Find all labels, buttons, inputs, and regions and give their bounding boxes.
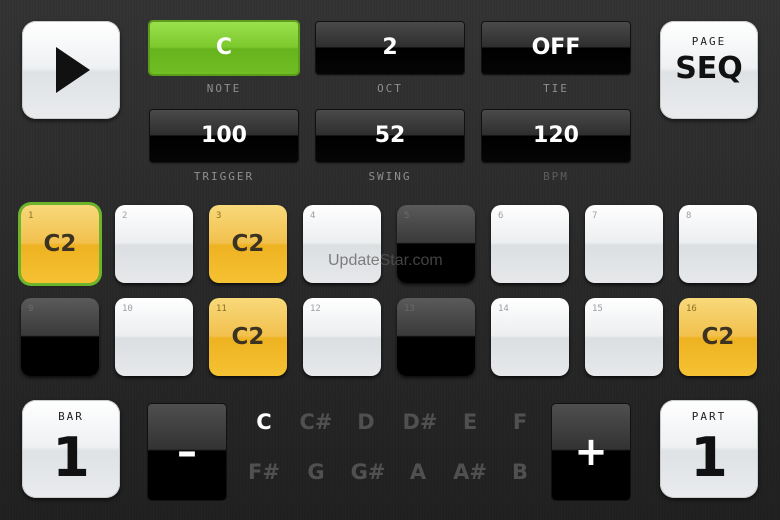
play-icon	[56, 47, 90, 93]
step-pad-12[interactable]: 12	[303, 298, 381, 376]
note-key-g-sharp[interactable]: G#	[344, 460, 392, 484]
step-number: 15	[592, 304, 603, 314]
part-value: 1	[690, 426, 728, 489]
step-number: 7	[592, 211, 598, 221]
step-number: 4	[310, 211, 316, 221]
trigger-label: TRIGGER	[193, 170, 255, 183]
plus-button[interactable]: +	[552, 404, 630, 500]
step-note: C2	[231, 324, 265, 350]
step-pad-1[interactable]: 1 C2	[21, 205, 99, 283]
note-key-g[interactable]: G	[292, 460, 340, 484]
step-number: 9	[28, 304, 34, 314]
bar-value: 1	[52, 426, 90, 489]
note-key-d[interactable]: D	[342, 410, 390, 434]
note-key-d-sharp[interactable]: D#	[396, 410, 444, 434]
step-pad-11[interactable]: 11 C2	[209, 298, 287, 376]
step-pad-15[interactable]: 15	[585, 298, 663, 376]
oct-label: OCT	[377, 82, 403, 95]
page-seq-button[interactable]: PAGE SEQ	[660, 21, 758, 119]
step-note: C2	[701, 324, 735, 350]
step-number: 5	[404, 211, 410, 221]
step-number: 2	[122, 211, 128, 221]
oct-display[interactable]: 2	[316, 22, 464, 74]
minus-button[interactable]: –	[148, 404, 226, 500]
note-key-a[interactable]: A	[394, 460, 442, 484]
swing-label: SWING	[368, 170, 412, 183]
step-note: C2	[231, 231, 265, 257]
note-key-c-sharp[interactable]: C#	[292, 410, 340, 434]
note-key-e[interactable]: E	[446, 410, 494, 434]
step-pad-3[interactable]: 3 C2	[209, 205, 287, 283]
trigger-display[interactable]: 100	[150, 110, 298, 162]
tie-display[interactable]: OFF	[482, 22, 630, 74]
step-pad-10[interactable]: 10	[115, 298, 193, 376]
step-pad-7[interactable]: 7	[585, 205, 663, 283]
play-button[interactable]	[22, 21, 120, 119]
note-label: NOTE	[206, 82, 242, 95]
step-number: 14	[498, 304, 509, 314]
watermark: UpdateStar.com	[328, 252, 443, 269]
note-key-f[interactable]: F	[496, 410, 544, 434]
step-number: 12	[310, 304, 321, 314]
step-number: 6	[498, 211, 504, 221]
step-pad-13[interactable]: 13	[397, 298, 475, 376]
page-label: PAGE	[691, 35, 727, 48]
step-note: C2	[43, 231, 77, 257]
step-pad-9[interactable]: 9	[21, 298, 99, 376]
seq-label: SEQ	[675, 51, 743, 86]
step-pad-5[interactable]: 5	[397, 205, 475, 283]
tie-label: TIE	[543, 82, 569, 95]
bar-label: BAR	[58, 410, 84, 423]
step-pad-16[interactable]: 16 C2	[679, 298, 757, 376]
step-pad-14[interactable]: 14	[491, 298, 569, 376]
note-key-f-sharp[interactable]: F#	[240, 460, 288, 484]
note-key-b[interactable]: B	[496, 460, 544, 484]
note-display[interactable]: C	[150, 22, 298, 74]
bpm-display[interactable]: 120	[482, 110, 630, 162]
step-pad-6[interactable]: 6	[491, 205, 569, 283]
step-pad-4[interactable]: 4	[303, 205, 381, 283]
step-number: 8	[686, 211, 692, 221]
part-button[interactable]: PART 1	[660, 400, 758, 498]
part-label: PART	[691, 410, 727, 423]
step-number: 10	[122, 304, 133, 314]
step-pad-8[interactable]: 8	[679, 205, 757, 283]
bpm-label: BPM	[543, 170, 569, 183]
bar-button[interactable]: BAR 1	[22, 400, 120, 498]
note-key-c[interactable]: C	[240, 410, 288, 434]
note-key-a-sharp[interactable]: A#	[446, 460, 494, 484]
swing-display[interactable]: 52	[316, 110, 464, 162]
step-pad-2[interactable]: 2	[115, 205, 193, 283]
step-number: 13	[404, 304, 415, 314]
